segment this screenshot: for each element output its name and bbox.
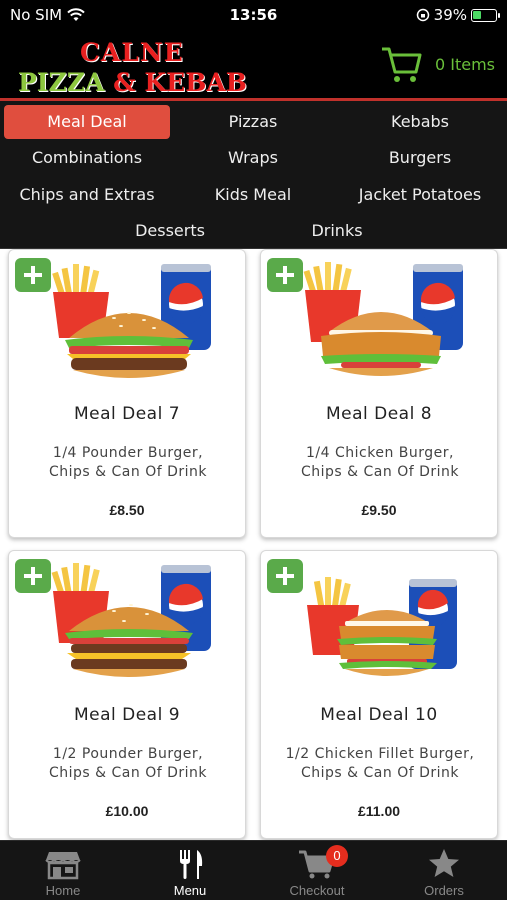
product-card[interactable]: Meal Deal 8 1/4 Chicken Burger, Chips & …	[260, 249, 498, 538]
category-kebabs[interactable]: Kebabs	[336, 105, 504, 139]
product-description-line: Chips & Can Of Drink	[300, 464, 460, 480]
product-description-line: 1/2 Chicken Fillet Burger,	[285, 746, 475, 762]
category-chips-and-extras[interactable]: Chips and Extras	[4, 178, 170, 212]
meal-illustration	[303, 262, 463, 376]
product-image	[281, 559, 481, 694]
cart-item-count: 0 Items	[434, 54, 495, 74]
product-image	[29, 258, 229, 393]
tab-label: Checkout	[289, 883, 345, 898]
category-drinks[interactable]: Drinks	[253, 214, 421, 248]
product-image	[281, 258, 481, 393]
category-menu: Meal Deal Pizzas Kebabs Combinations Wra…	[0, 101, 507, 249]
checkout-count-badge: 0	[326, 845, 348, 867]
logo-line-2: PIZZA & KEBAB	[18, 68, 247, 97]
product-card[interactable]: Meal Deal 7 1/4 Pounder Burger, Chips & …	[8, 249, 246, 538]
product-description-line: Chips & Can Of Drink	[48, 464, 208, 480]
app-header: CALNE PIZZA & KEBAB 0 Items	[0, 30, 507, 100]
product-description-line: 1/4 Chicken Burger,	[306, 445, 454, 461]
category-kids-meal[interactable]: Kids Meal	[170, 178, 336, 212]
tab-label: Orders	[424, 883, 464, 898]
tab-label: Home	[45, 883, 81, 898]
product-card[interactable]: Meal Deal 10 1/2 Chicken Fillet Burger, …	[260, 550, 498, 839]
product-description-line: Chips & Can Of Drink	[48, 765, 208, 781]
product-title: Meal Deal 10	[320, 705, 438, 725]
logo-word-pizza: PIZZA	[18, 68, 105, 97]
tab-home[interactable]: Home	[0, 841, 126, 900]
meal-illustration	[52, 264, 211, 378]
category-meal-deal[interactable]: Meal Deal	[4, 105, 170, 139]
header-cart[interactable]: 0 Items	[381, 44, 495, 84]
product-grid: Meal Deal 7 1/4 Pounder Burger, Chips & …	[0, 249, 507, 840]
store-icon	[45, 852, 81, 880]
category-jacket-potatoes[interactable]: Jacket Potatoes	[336, 178, 504, 212]
tab-orders[interactable]: Orders	[381, 841, 507, 900]
category-burgers[interactable]: Burgers	[336, 141, 504, 175]
product-price: £8.50	[109, 502, 145, 518]
category-wraps[interactable]: Wraps	[170, 141, 336, 175]
product-image	[29, 559, 229, 694]
product-card[interactable]: Meal Deal 9 1/2 Pounder Burger, Chips & …	[8, 550, 246, 839]
battery-icon	[471, 8, 500, 22]
fork-knife-icon	[180, 850, 203, 879]
status-right: 39%	[416, 6, 500, 24]
product-description: 1/2 Chicken Fillet Burger, Chips & Can O…	[271, 745, 489, 783]
product-title: Meal Deal 9	[73, 705, 181, 725]
cart-icon	[381, 47, 422, 82]
meal-illustration	[51, 563, 211, 677]
meal-illustration	[307, 577, 457, 676]
battery-percent: 39%	[433, 6, 467, 24]
product-description: 1/2 Pounder Burger, Chips & Can Of Drink	[19, 745, 237, 783]
add-to-cart-button[interactable]	[267, 258, 303, 292]
category-desserts[interactable]: Desserts	[87, 214, 253, 248]
add-to-cart-button[interactable]	[15, 559, 51, 593]
bottom-tab-bar: Home Menu 0 Checkout Orders	[0, 840, 507, 900]
tab-menu[interactable]: Menu	[127, 841, 253, 900]
plus-icon	[276, 266, 294, 284]
plus-icon	[24, 567, 42, 585]
logo-ampersand: &	[113, 68, 136, 97]
logo-line-1: CALNE	[80, 38, 184, 67]
product-description: 1/4 Chicken Burger, Chips & Can Of Drink	[271, 444, 489, 482]
category-combinations[interactable]: Combinations	[4, 141, 170, 175]
tab-label: Menu	[173, 883, 207, 898]
restaurant-logo[interactable]: CALNE PIZZA & KEBAB	[18, 38, 247, 98]
logo-word-kebab: KEBAB	[144, 68, 247, 97]
category-pizzas[interactable]: Pizzas	[170, 105, 336, 139]
product-price: £10.00	[105, 803, 149, 819]
tab-checkout[interactable]: 0 Checkout	[254, 841, 380, 900]
product-description-line: 1/4 Pounder Burger,	[52, 445, 204, 461]
star-icon	[429, 849, 459, 877]
add-to-cart-button[interactable]	[15, 258, 51, 292]
product-description: 1/4 Pounder Burger, Chips & Can Of Drink	[19, 444, 237, 482]
product-title: Meal Deal 8	[325, 404, 433, 424]
status-bar: No SIM 13:56 39%	[0, 0, 507, 30]
double-chicken-burger	[337, 610, 437, 676]
product-price: £11.00	[357, 803, 401, 819]
product-price: £9.50	[361, 502, 397, 518]
add-to-cart-button[interactable]	[267, 559, 303, 593]
product-description-line: 1/2 Pounder Burger,	[52, 746, 204, 762]
plus-icon	[276, 567, 294, 585]
orientation-lock-icon	[416, 8, 429, 22]
product-description-line: Chips & Can Of Drink	[300, 765, 460, 781]
plus-icon	[24, 266, 42, 284]
product-title: Meal Deal 7	[73, 404, 181, 424]
